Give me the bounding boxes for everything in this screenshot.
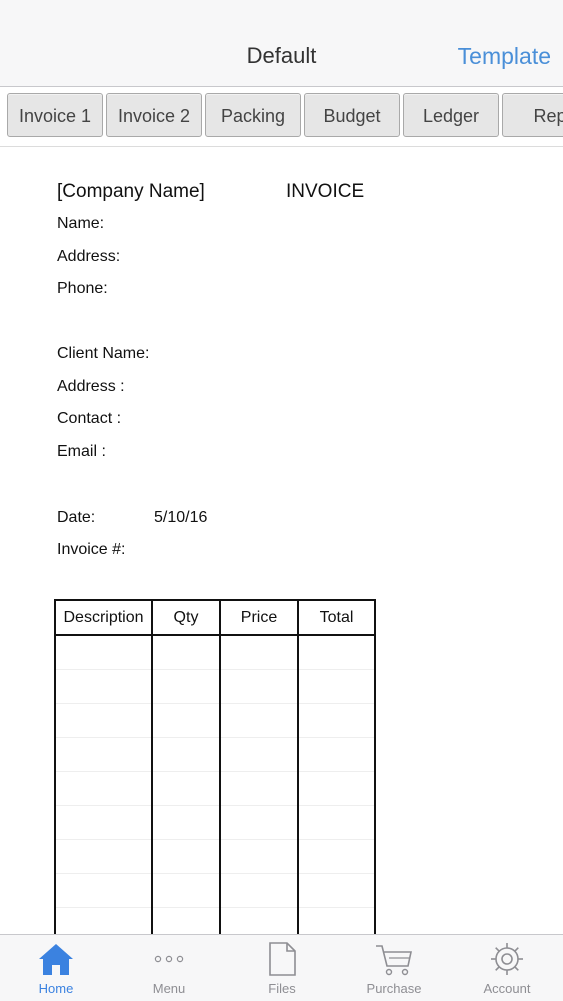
tab-budget[interactable]: Budget: [304, 93, 400, 137]
tabbar-purchase-label: Purchase: [366, 981, 422, 996]
tab-invoice-1[interactable]: Invoice 1: [7, 93, 103, 137]
price-cell[interactable]: [219, 635, 299, 670]
qty-cell[interactable]: [151, 907, 221, 934]
total-cell[interactable]: [297, 635, 376, 670]
total-cell[interactable]: [297, 669, 376, 704]
total-cell[interactable]: [297, 703, 376, 738]
table-row: [54, 873, 376, 908]
description-cell[interactable]: [54, 703, 153, 738]
description-cell[interactable]: [54, 873, 153, 908]
tabbar-home[interactable]: Home: [0, 935, 112, 1001]
tabbar-files-label: Files: [268, 981, 296, 996]
bottom-tab-bar: Home Menu Files Purchase Account: [0, 934, 563, 1001]
total-cell[interactable]: [297, 873, 376, 908]
column-header-total[interactable]: Total: [297, 599, 376, 636]
tabbar-home-label: Home: [38, 981, 74, 996]
address-label[interactable]: Address:: [57, 248, 120, 266]
more-dots-icon: [154, 955, 184, 963]
description-cell[interactable]: [54, 737, 153, 772]
contact-label[interactable]: Contact :: [57, 410, 121, 428]
table-header-row: Description Qty Price Total: [54, 599, 376, 636]
file-icon: [269, 942, 296, 976]
date-value[interactable]: 5/10/16: [154, 509, 207, 527]
client-address-label[interactable]: Address :: [57, 378, 125, 396]
price-cell[interactable]: [219, 805, 299, 840]
description-cell[interactable]: [54, 805, 153, 840]
description-cell[interactable]: [54, 635, 153, 670]
name-label[interactable]: Name:: [57, 215, 104, 233]
tab-ledger[interactable]: Ledger: [403, 93, 499, 137]
table-row: [54, 771, 376, 806]
phone-label[interactable]: Phone:: [57, 280, 108, 298]
invoice-number-label[interactable]: Invoice #:: [57, 541, 125, 559]
price-cell[interactable]: [219, 907, 299, 934]
qty-cell[interactable]: [151, 771, 221, 806]
qty-cell[interactable]: [151, 873, 221, 908]
table-row: [54, 703, 376, 738]
navigation-bar: Default Template: [0, 0, 563, 87]
price-cell[interactable]: [219, 703, 299, 738]
qty-cell[interactable]: [151, 703, 221, 738]
template-tab-strip[interactable]: Invoice 1 Invoice 2 Packing Budget Ledge…: [0, 87, 563, 147]
tabbar-files[interactable]: Files: [226, 935, 338, 1001]
table-row: [54, 907, 376, 934]
cart-icon: [376, 945, 412, 976]
table-row: [54, 669, 376, 704]
qty-cell[interactable]: [151, 635, 221, 670]
template-button[interactable]: Template: [458, 43, 551, 70]
description-cell[interactable]: [54, 839, 153, 874]
client-name-label[interactable]: Client Name:: [57, 345, 149, 363]
company-name[interactable]: [Company Name]: [57, 181, 205, 203]
qty-cell[interactable]: [151, 669, 221, 704]
description-cell[interactable]: [54, 669, 153, 704]
tabbar-purchase[interactable]: Purchase: [338, 935, 450, 1001]
tabbar-account-label: Account: [483, 981, 531, 996]
table-row: [54, 805, 376, 840]
qty-cell[interactable]: [151, 839, 221, 874]
tabbar-menu-label: Menu: [152, 981, 186, 996]
table-row: [54, 839, 376, 874]
invoice-heading: INVOICE: [286, 181, 365, 202]
total-cell[interactable]: [297, 805, 376, 840]
total-cell[interactable]: [297, 839, 376, 874]
qty-cell[interactable]: [151, 737, 221, 772]
tab-packing[interactable]: Packing: [205, 93, 301, 137]
price-cell[interactable]: [219, 839, 299, 874]
column-header-qty[interactable]: Qty: [151, 599, 221, 636]
qty-cell[interactable]: [151, 805, 221, 840]
tab-report[interactable]: Rep: [502, 93, 563, 137]
table-row: [54, 737, 376, 772]
price-cell[interactable]: [219, 771, 299, 806]
gear-icon: [491, 943, 523, 975]
table-row: [54, 635, 376, 670]
price-cell[interactable]: [219, 669, 299, 704]
price-cell[interactable]: [219, 873, 299, 908]
email-label[interactable]: Email :: [57, 443, 106, 461]
column-header-price[interactable]: Price: [219, 599, 299, 636]
tabbar-account[interactable]: Account: [451, 935, 563, 1001]
total-cell[interactable]: [297, 771, 376, 806]
column-header-description[interactable]: Description: [54, 599, 153, 636]
date-label[interactable]: Date:: [57, 509, 95, 527]
total-cell[interactable]: [297, 907, 376, 934]
invoice-sheet[interactable]: [Company Name] INVOICE Name: Address: Ph…: [0, 147, 563, 934]
tab-invoice-2[interactable]: Invoice 2: [106, 93, 202, 137]
line-items-table[interactable]: Description Qty Price Total: [54, 599, 376, 934]
price-cell[interactable]: [219, 737, 299, 772]
description-cell[interactable]: [54, 907, 153, 934]
home-icon: [39, 944, 73, 975]
total-cell[interactable]: [297, 737, 376, 772]
tabbar-menu[interactable]: Menu: [113, 935, 225, 1001]
description-cell[interactable]: [54, 771, 153, 806]
